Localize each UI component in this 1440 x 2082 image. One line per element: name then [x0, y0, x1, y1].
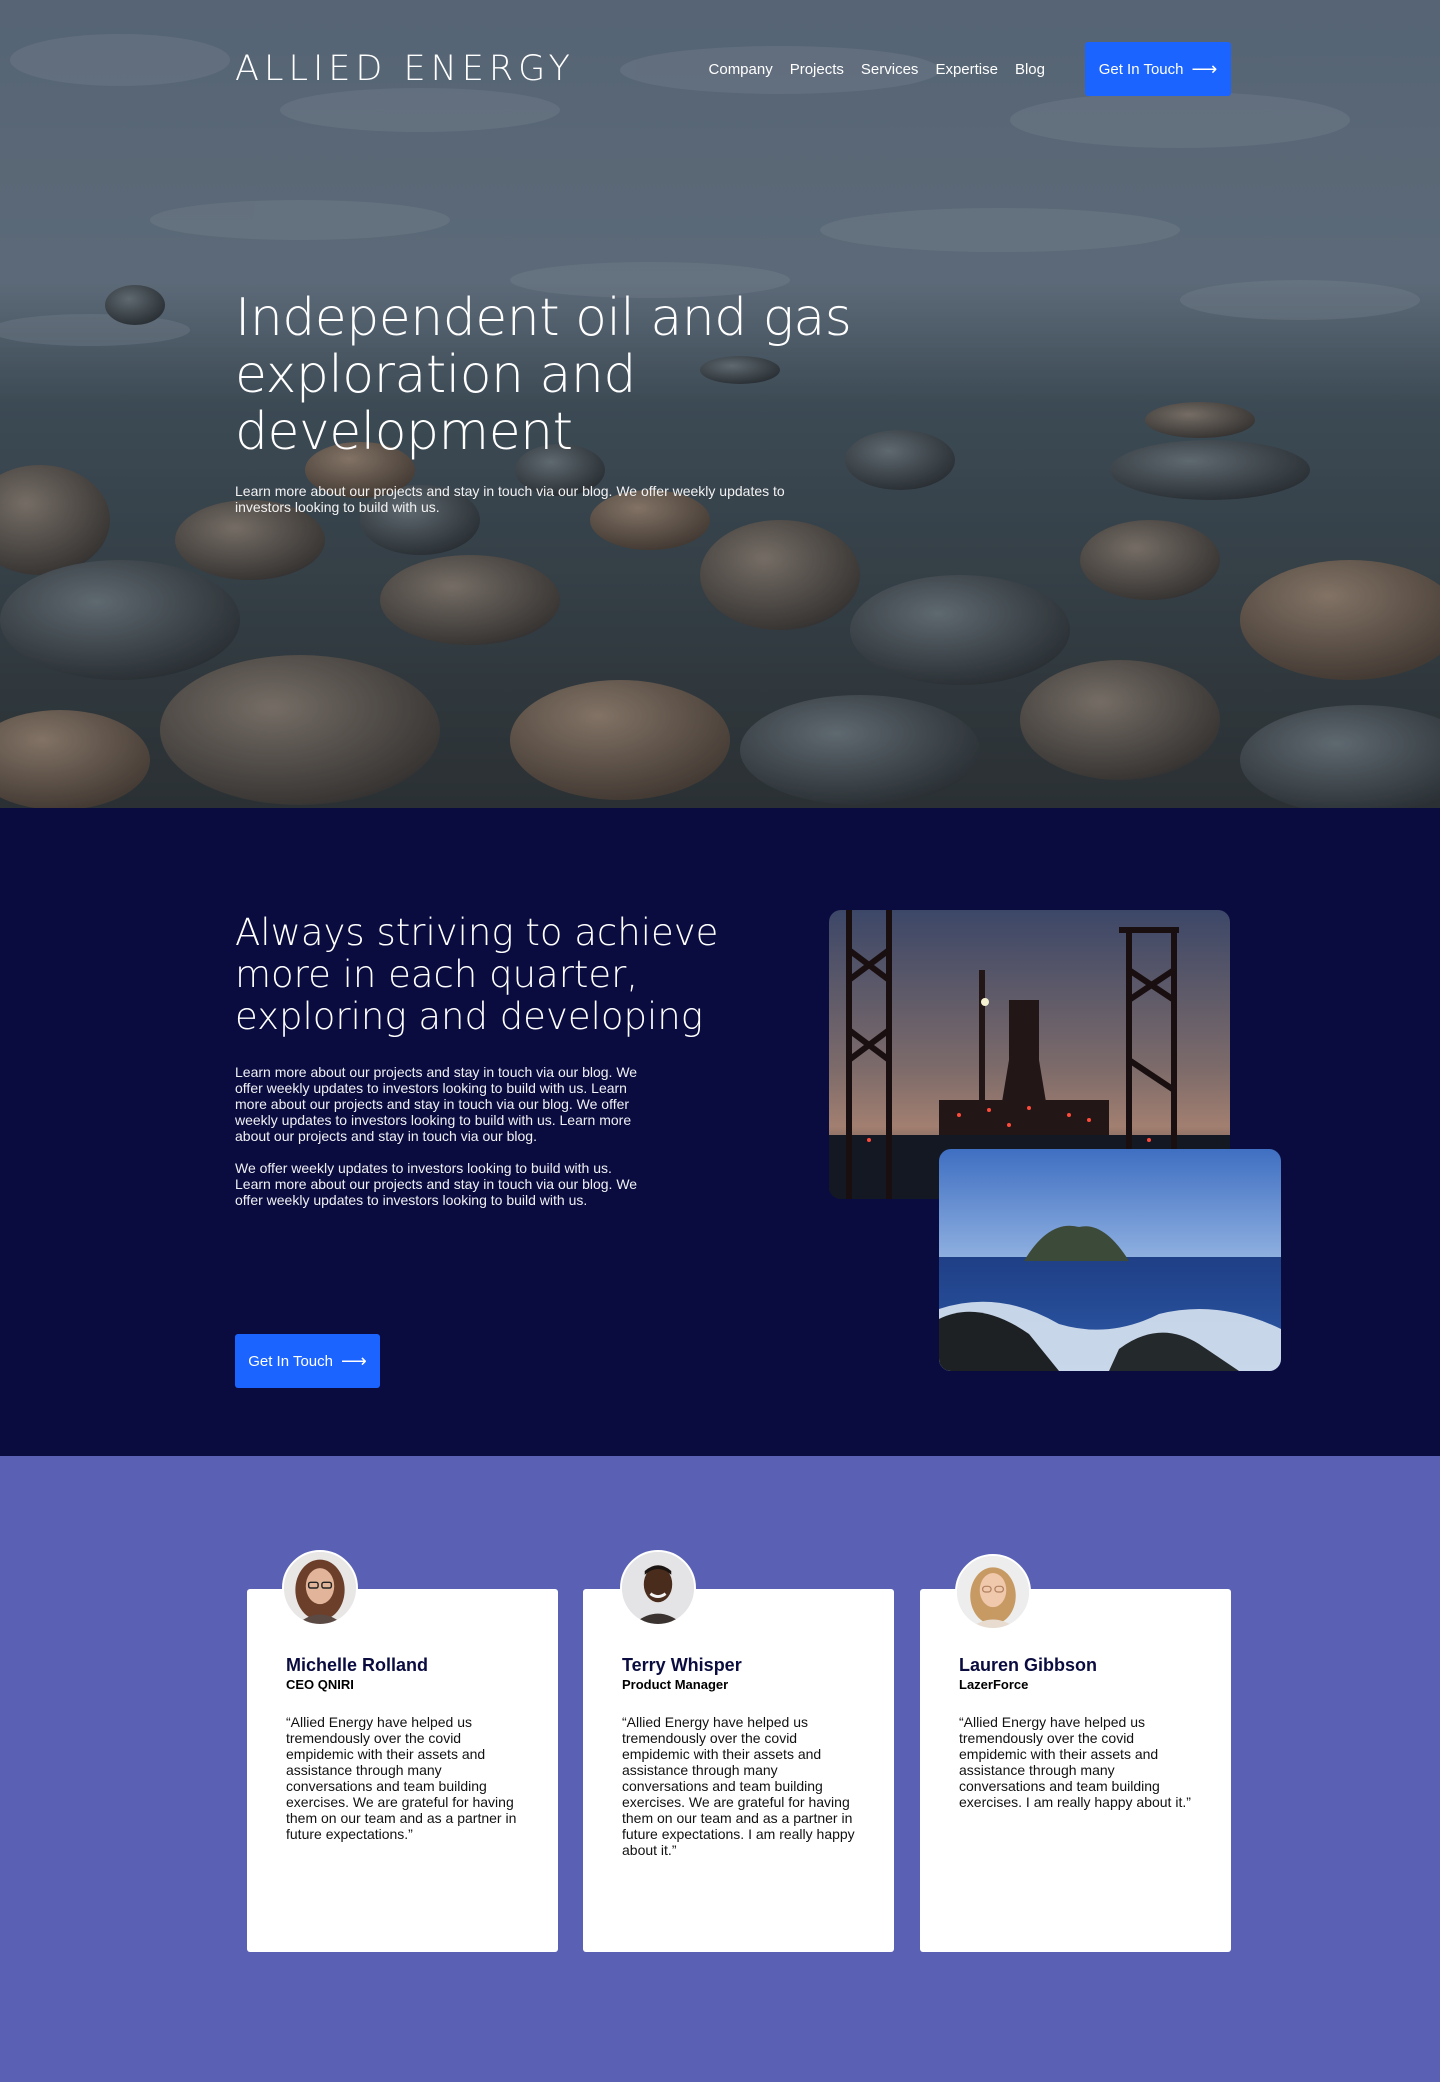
hero-subtitle: Learn more about our projects and stay i… — [235, 483, 785, 515]
hero-content: Independent oil and gas exploration and … — [235, 288, 935, 516]
arrow-right-icon: ⟶ — [340, 1350, 367, 1371]
testimonial-body: Lauren Gibbson LazerForce “Allied Energy… — [959, 1655, 1201, 1810]
testimonial-card: Lauren Gibbson LazerForce “Allied Energy… — [920, 1554, 1231, 1952]
site-header: ALLIED ENERGY Company Projects Services … — [235, 42, 1231, 96]
avatar — [955, 1554, 1031, 1630]
nav-link-blog[interactable]: Blog — [1015, 61, 1045, 78]
about-content: Always striving to achieve more in each … — [235, 911, 755, 1388]
nav-link-projects[interactable]: Projects — [790, 61, 844, 78]
testimonial-name: Lauren Gibbson — [959, 1655, 1098, 1675]
testimonial-role: LazerForce — [959, 1677, 1029, 1692]
testimonial-body: Michelle Rolland CEO QNIRI “Allied Energ… — [286, 1655, 528, 1842]
testimonial-quote: “Allied Energy have helped us tremendous… — [959, 1714, 1191, 1810]
avatar — [282, 1550, 358, 1626]
header-get-in-touch-button[interactable]: Get In Touch ⟶ — [1085, 42, 1231, 96]
main-nav: Company Projects Services Expertise Blog — [709, 61, 1045, 78]
nav-link-services[interactable]: Services — [861, 61, 919, 78]
header-cta-label: Get In Touch — [1098, 60, 1184, 78]
testimonial-quote: “Allied Energy have helped us tremendous… — [622, 1714, 855, 1858]
about-section: Always striving to achieve more in each … — [0, 808, 1440, 1456]
logo[interactable]: ALLIED ENERGY — [235, 49, 575, 89]
testimonial-name: Michelle Rolland — [286, 1655, 429, 1675]
testimonial-card: Michelle Rolland CEO QNIRI “Allied Energ… — [247, 1550, 558, 1952]
avatar — [620, 1550, 696, 1626]
about-paragraph-2: We offer weekly updates to investors loo… — [235, 1160, 638, 1208]
testimonial-role: CEO QNIRI — [286, 1677, 354, 1692]
about-get-in-touch-button[interactable]: Get In Touch ⟶ — [235, 1334, 380, 1388]
about-title: Always striving to achieve more in each … — [235, 911, 719, 1038]
testimonial-name: Terry Whisper — [622, 1655, 742, 1675]
nav-link-expertise[interactable]: Expertise — [935, 61, 998, 78]
about-cta-label: Get In Touch — [248, 1352, 333, 1370]
testimonial-body: Terry Whisper Product Manager “Allied En… — [622, 1655, 864, 1858]
arrow-right-icon: ⟶ — [1191, 58, 1218, 79]
island-sea-image — [939, 1149, 1281, 1371]
hero-title: Independent oil and gas exploration and … — [235, 288, 852, 462]
hero-section: ALLIED ENERGY Company Projects Services … — [0, 0, 1440, 808]
about-paragraph-1: Learn more about our projects and stay i… — [235, 1064, 638, 1144]
nav-link-company[interactable]: Company — [709, 61, 773, 78]
testimonial-card: Terry Whisper Product Manager “Allied En… — [583, 1550, 894, 1952]
testimonials-section: Michelle Rolland CEO QNIRI “Allied Energ… — [0, 1456, 1440, 2082]
testimonial-role: Product Manager — [622, 1677, 729, 1692]
testimonial-quote: “Allied Energy have helped us tremendous… — [286, 1714, 517, 1842]
